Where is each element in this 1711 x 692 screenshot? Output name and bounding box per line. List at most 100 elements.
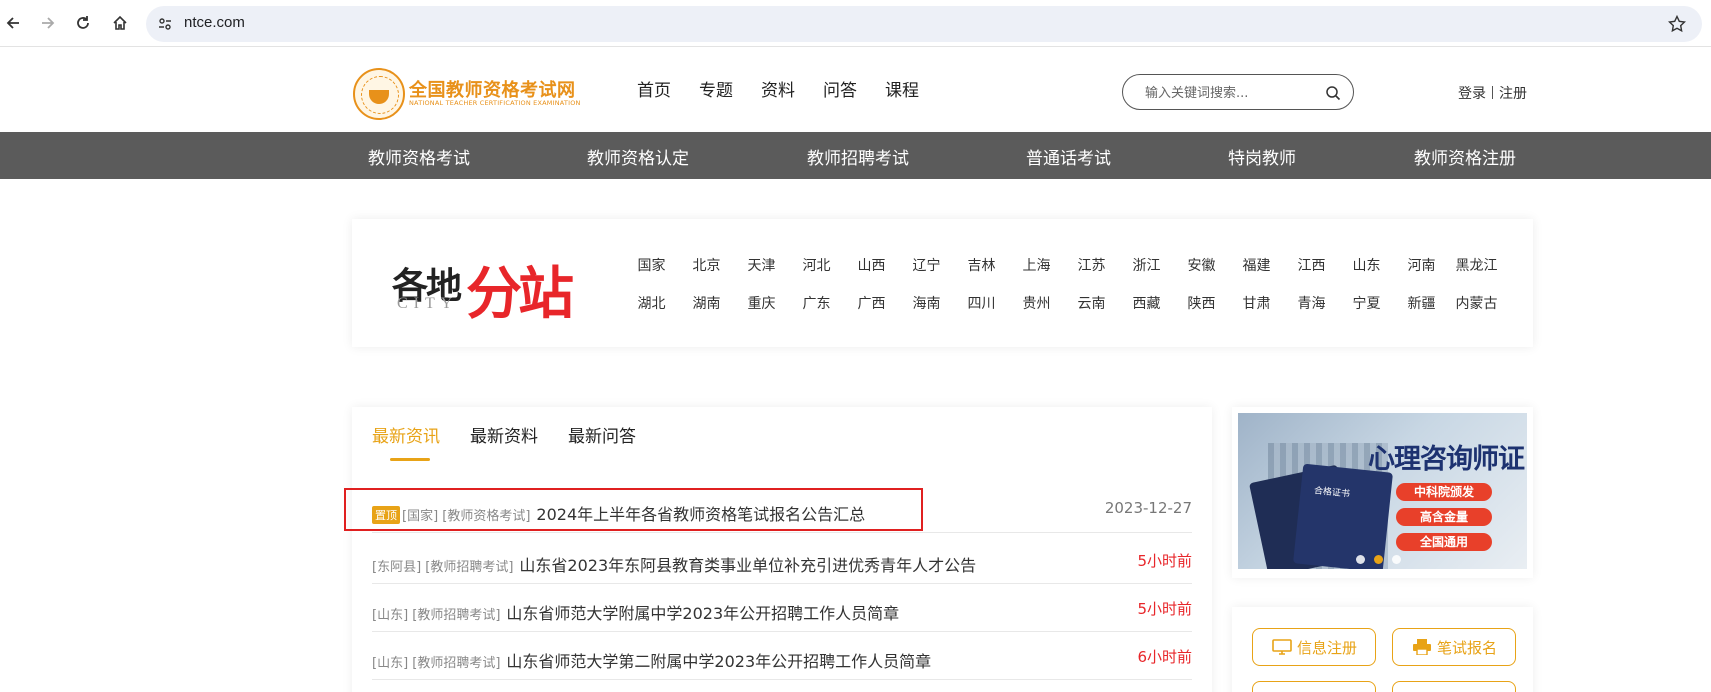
city-link[interactable]: 江西 bbox=[1284, 255, 1339, 275]
news-tabs: 最新资讯 最新资料 最新问答 bbox=[372, 422, 666, 461]
city-link[interactable]: 山东 bbox=[1339, 255, 1394, 275]
forward-icon[interactable] bbox=[35, 10, 61, 36]
written-signup-label: 笔试报名 bbox=[1436, 638, 1497, 657]
news-tags: [山东] [教师招聘考试] bbox=[372, 656, 501, 671]
service-button[interactable] bbox=[1252, 681, 1376, 692]
site-info-icon[interactable] bbox=[156, 15, 174, 33]
city-link[interactable]: 浙江 bbox=[1119, 255, 1174, 275]
banner-card: 合格证书 心理咨询师证 中科院颁发 高含金量 全国通用 bbox=[1232, 407, 1533, 578]
city-link[interactable]: 甘肃 bbox=[1229, 293, 1284, 313]
city-link[interactable]: 广东 bbox=[789, 293, 844, 313]
city-link[interactable]: 云南 bbox=[1064, 293, 1119, 313]
news-item[interactable]: [山东] [教师招聘考试] 山东省师范大学附属中学2023年公开招聘工作人员简章 … bbox=[372, 584, 1192, 632]
city-link[interactable]: 辽宁 bbox=[899, 255, 954, 275]
info-register-button[interactable]: 信息注册 bbox=[1252, 628, 1376, 666]
news-tags: [东阿县] [教师招聘考试] bbox=[372, 560, 514, 575]
nav-materials[interactable]: 资料 bbox=[761, 76, 823, 101]
search-input[interactable] bbox=[1145, 83, 1315, 103]
category-certification[interactable]: 教师资格认定 bbox=[587, 144, 689, 169]
city-title-en: CITY bbox=[397, 295, 459, 312]
banner-pill: 中科院颁发 bbox=[1396, 483, 1492, 501]
category-registration[interactable]: 教师资格注册 bbox=[1414, 144, 1516, 169]
city-link[interactable]: 黑龙江 bbox=[1449, 255, 1504, 275]
city-link[interactable]: 贵州 bbox=[1009, 293, 1064, 313]
banner-pill: 高含金量 bbox=[1396, 508, 1492, 526]
back-icon[interactable] bbox=[0, 10, 26, 36]
news-meta: [山东] [教师招聘考试] 山东省师范大学第二附属中学2023年公开招聘工作人员简… bbox=[372, 648, 931, 672]
bookmark-star-icon[interactable] bbox=[1666, 13, 1688, 35]
tab-latest-news[interactable]: 最新资讯 bbox=[372, 422, 440, 461]
city-link[interactable]: 内蒙古 bbox=[1449, 293, 1504, 313]
news-item[interactable]: [东阿县] [教师招聘考试] 山东省2023年东阿县教育类事业单位补充引进优秀青年… bbox=[372, 536, 1192, 584]
printer-icon bbox=[1411, 638, 1433, 656]
city-link[interactable]: 陕西 bbox=[1174, 293, 1229, 313]
carousel-dots bbox=[1356, 555, 1401, 564]
city-link[interactable]: 新疆 bbox=[1394, 293, 1449, 313]
info-register-label: 信息注册 bbox=[1296, 638, 1357, 657]
service-button[interactable] bbox=[1392, 681, 1516, 692]
url-text[interactable]: ntce.com bbox=[184, 14, 245, 31]
city-link[interactable]: 国家 bbox=[624, 255, 679, 275]
city-link[interactable]: 上海 bbox=[1009, 255, 1064, 275]
city-link[interactable]: 广西 bbox=[844, 293, 899, 313]
city-link[interactable]: 山西 bbox=[844, 255, 899, 275]
city-row-1: 国家 北京 天津 河北 山西 辽宁 吉林 上海 江苏 浙江 安徽 福建 江西 山东 河南 黑龙江 bbox=[624, 255, 1504, 275]
city-link[interactable]: 北京 bbox=[679, 255, 734, 275]
home-icon[interactable] bbox=[107, 10, 133, 36]
logo-subtitle: NATIONAL TEACHER CERTIFICATION EXAMINATI… bbox=[409, 99, 581, 107]
category-recruitment[interactable]: 教师招聘考试 bbox=[807, 144, 909, 169]
news-title[interactable]: 山东省师范大学附属中学2023年公开招聘工作人员简章 bbox=[506, 604, 899, 623]
nav-topics[interactable]: 专题 bbox=[699, 76, 761, 101]
category-special-post[interactable]: 特岗教师 bbox=[1228, 144, 1296, 169]
news-tags: [山东] [教师招聘考试] bbox=[372, 608, 501, 623]
main-nav: 首页 专题 资料 问答 课程 bbox=[637, 76, 947, 101]
nav-qa[interactable]: 问答 bbox=[823, 76, 885, 101]
reload-icon[interactable] bbox=[70, 10, 96, 36]
login-link[interactable]: 登录 bbox=[1458, 86, 1486, 102]
news-date: 2023-12-27 bbox=[1104, 499, 1192, 517]
city-link[interactable]: 天津 bbox=[734, 255, 789, 275]
address-bar[interactable]: ntce.com bbox=[146, 6, 1702, 42]
city-link[interactable]: 西藏 bbox=[1119, 293, 1174, 313]
city-link[interactable]: 江苏 bbox=[1064, 255, 1119, 275]
news-title[interactable]: 山东省2023年东阿县教育类事业单位补充引进优秀青年人才公告 bbox=[519, 556, 976, 575]
nav-home[interactable]: 首页 bbox=[637, 76, 699, 101]
city-title-b: 分站 bbox=[466, 261, 574, 327]
monitor-icon bbox=[1271, 638, 1293, 656]
city-link[interactable]: 海南 bbox=[899, 293, 954, 313]
promo-banner[interactable]: 合格证书 心理咨询师证 中科院颁发 高含金量 全国通用 bbox=[1238, 413, 1527, 569]
logo-seal-icon bbox=[353, 68, 405, 120]
category-mandarin-exam[interactable]: 普通话考试 bbox=[1026, 144, 1111, 169]
city-link[interactable]: 安徽 bbox=[1174, 255, 1229, 275]
carousel-dot[interactable] bbox=[1392, 555, 1401, 564]
browser-toolbar: ntce.com bbox=[0, 0, 1711, 47]
city-link[interactable]: 四川 bbox=[954, 293, 1009, 313]
news-meta: [山东] [教师招聘考试] 山东省师范大学附属中学2023年公开招聘工作人员简章 bbox=[372, 600, 899, 624]
city-link[interactable]: 重庆 bbox=[734, 293, 789, 313]
register-link[interactable]: 注册 bbox=[1499, 86, 1527, 102]
carousel-dot-active[interactable] bbox=[1374, 555, 1383, 564]
search-icon[interactable] bbox=[1323, 83, 1343, 103]
city-link[interactable]: 宁夏 bbox=[1339, 293, 1394, 313]
certificate-image bbox=[1293, 463, 1393, 569]
city-link[interactable]: 河北 bbox=[789, 255, 844, 275]
search-box bbox=[1122, 74, 1354, 110]
category-teacher-exam[interactable]: 教师资格考试 bbox=[368, 144, 470, 169]
city-link[interactable]: 福建 bbox=[1229, 255, 1284, 275]
tab-latest-materials[interactable]: 最新资料 bbox=[470, 422, 538, 461]
city-link[interactable]: 吉林 bbox=[954, 255, 1009, 275]
news-item[interactable]: [山东] [教师招聘考试] 山东省师范大学第二附属中学2023年公开招聘工作人员简… bbox=[372, 632, 1192, 680]
divider bbox=[1492, 86, 1493, 99]
news-title[interactable]: 山东省师范大学第二附属中学2023年公开招聘工作人员简章 bbox=[506, 652, 931, 671]
tab-latest-qa[interactable]: 最新问答 bbox=[568, 422, 636, 461]
city-link[interactable]: 湖南 bbox=[679, 293, 734, 313]
city-link[interactable]: 湖北 bbox=[624, 293, 679, 313]
city-link[interactable]: 青海 bbox=[1284, 293, 1339, 313]
services-card: 信息注册 笔试报名 bbox=[1232, 607, 1533, 692]
city-link[interactable]: 河南 bbox=[1394, 255, 1449, 275]
written-signup-button[interactable]: 笔试报名 bbox=[1392, 628, 1516, 666]
carousel-dot[interactable] bbox=[1356, 555, 1365, 564]
city-row-2: 湖北 湖南 重庆 广东 广西 海南 四川 贵州 云南 西藏 陕西 甘肃 青海 宁夏 新疆 内蒙古 bbox=[624, 293, 1504, 313]
site-logo[interactable]: 全国教师资格考试网 NATIONAL TEACHER CERTIFICATION… bbox=[353, 68, 593, 120]
nav-courses[interactable]: 课程 bbox=[885, 76, 947, 101]
